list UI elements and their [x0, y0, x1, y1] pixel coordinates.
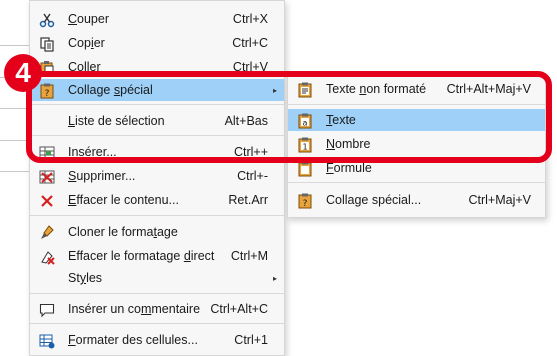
- shortcut-label: Ctrl+Alt+Maj+V: [446, 82, 531, 96]
- shortcut-label: Ctrl+C: [232, 36, 268, 50]
- submenu-item-paste-special[interactable]: ? Collage spécial... Ctrl+Maj+V: [288, 189, 545, 211]
- menu-item-cut[interactable]: Couper Ctrl+X: [30, 8, 284, 30]
- unformatted-text-icon: [296, 81, 313, 98]
- paste-special-icon: ?: [296, 192, 313, 209]
- submenu-item-unformatted-text[interactable]: Texte non formaté Ctrl+Alt+Maj+V: [288, 78, 545, 100]
- menu-item-clear-contents[interactable]: Effacer le contenu... Ret.Arr: [30, 189, 284, 211]
- spreadsheet-background: [0, 0, 30, 350]
- svg-text:a: a: [302, 118, 307, 127]
- menu-item-selection-list[interactable]: Liste de sélection Alt+Bas: [30, 110, 284, 132]
- shortcut-label: Ctrl+1: [234, 333, 268, 347]
- shortcut-label: Ctrl+Alt+C: [210, 302, 268, 316]
- number-icon: 1: [296, 136, 313, 153]
- clone-format-icon: [38, 224, 55, 241]
- menu-item-format-cells[interactable]: Formater des cellules... Ctrl+1: [30, 329, 284, 351]
- menu-item-copy[interactable]: Copier Ctrl+C: [30, 32, 284, 54]
- shortcut-label: Ctrl+Maj+V: [468, 193, 531, 207]
- menu-item-clear-direct-formatting[interactable]: Effacer le formatage direct Ctrl+M: [30, 245, 284, 267]
- copy-icon: [38, 35, 55, 52]
- separator: [30, 215, 284, 216]
- svg-text:?: ?: [44, 89, 49, 99]
- submenu-item-formula[interactable]: Formule: [288, 157, 545, 179]
- separator: [30, 135, 284, 136]
- separator: [288, 182, 545, 183]
- insert-cells-icon: [38, 144, 55, 161]
- comment-icon: [38, 301, 55, 318]
- paste-special-submenu: Texte non formaté Ctrl+Alt+Maj+V a Texte…: [287, 76, 546, 218]
- separator: [30, 104, 284, 105]
- shortcut-label: Ctrl++: [233, 145, 268, 159]
- text-icon: a: [296, 112, 313, 129]
- menu-item-styles[interactable]: Styles ▸: [30, 267, 284, 289]
- step-number-badge: 4: [4, 54, 42, 92]
- menu-item-insert[interactable]: Insérer... Ctrl++: [30, 141, 284, 163]
- separator: [288, 104, 545, 105]
- shortcut-label: Ret.Arr: [228, 193, 268, 207]
- menu-item-insert-comment[interactable]: Insérer un commentaire Ctrl+Alt+C: [30, 298, 284, 320]
- separator: [30, 293, 284, 294]
- delete-cells-icon: [38, 168, 55, 185]
- context-menu: Couper Ctrl+X Copier Ctrl+C Coller Ctrl+…: [29, 0, 285, 356]
- shortcut-label: Ctrl+-: [237, 169, 268, 183]
- submenu-item-number[interactable]: 1 Nombre: [288, 133, 545, 155]
- shortcut-label: Alt+Bas: [224, 114, 268, 128]
- formula-icon: [296, 160, 313, 177]
- clear-icon: [38, 192, 55, 209]
- submenu-item-text[interactable]: a Texte: [288, 109, 545, 131]
- menu-item-delete[interactable]: Supprimer... Ctrl+-: [30, 165, 284, 187]
- shortcut-label: Ctrl+V: [232, 60, 268, 74]
- shortcut-label: Ctrl+X: [232, 12, 268, 26]
- menu-item-paste-special[interactable]: ? Collage spécial ▸: [30, 79, 284, 101]
- separator: [30, 323, 284, 324]
- svg-text:1: 1: [302, 142, 307, 151]
- svg-text:?: ?: [302, 199, 307, 209]
- clear-format-icon: [38, 248, 55, 265]
- paste-special-icon: ?: [38, 82, 55, 99]
- submenu-arrow-icon: ▸: [272, 273, 277, 283]
- scissors-icon: [38, 11, 55, 28]
- menu-item-paste[interactable]: Coller Ctrl+V: [30, 56, 284, 78]
- submenu-arrow-icon: ▸: [272, 85, 277, 95]
- shortcut-label: Ctrl+M: [230, 249, 268, 263]
- menu-item-clone-formatting[interactable]: Cloner le formatage: [30, 221, 284, 243]
- format-cells-icon: [38, 332, 55, 349]
